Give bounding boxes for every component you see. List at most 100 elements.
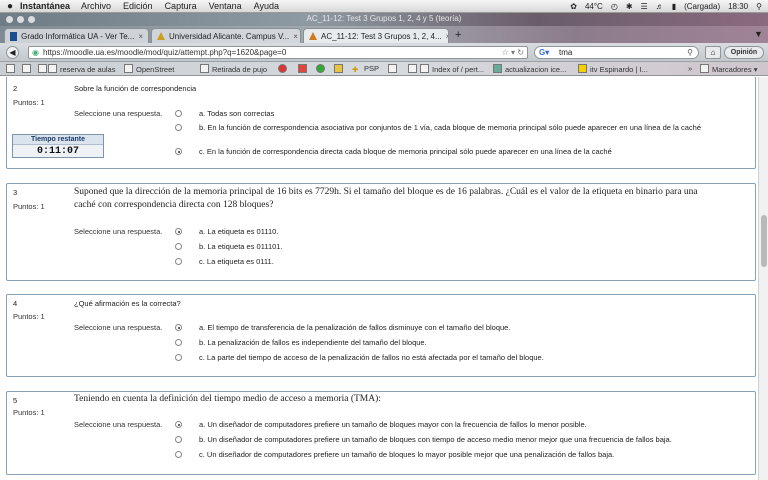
answer-option[interactable]: a. El tiempo de transferencia de la pena… bbox=[175, 323, 715, 333]
tab-campus-virtual[interactable]: Universidad Alicante. Campus V... × bbox=[151, 28, 301, 43]
back-button[interactable]: ◀ bbox=[6, 46, 19, 59]
tab-strip: Grado Informática UA - Ver Te... × Unive… bbox=[0, 26, 768, 43]
google-search-engine-icon[interactable]: G▾ bbox=[539, 47, 549, 58]
address-bar[interactable]: ◉ https://moodle.ua.es/moodle/mod/quiz/a… bbox=[28, 46, 528, 59]
tab-list-icon[interactable]: ▼ bbox=[754, 29, 763, 39]
new-tab-button[interactable]: + bbox=[455, 29, 461, 41]
select-prompt: Seleccione una respuesta. bbox=[74, 227, 163, 236]
radio-button-selected[interactable] bbox=[175, 148, 182, 155]
battery-icon[interactable]: ▮ bbox=[672, 2, 676, 11]
bookmark-shortcut-icon[interactable] bbox=[278, 64, 290, 74]
radio-button[interactable] bbox=[175, 451, 182, 458]
wifi-icon[interactable]: ☰ bbox=[641, 2, 648, 11]
tab-grado-informatica[interactable]: Grado Informática UA - Ver Te... × bbox=[4, 28, 149, 43]
answer-option[interactable]: a. Un diseñador de computadores prefiere… bbox=[175, 420, 715, 430]
bookmark-shortcut-icon[interactable] bbox=[408, 64, 420, 74]
radio-button-selected[interactable] bbox=[175, 421, 182, 428]
app-status-icon[interactable]: ✿ bbox=[570, 2, 577, 11]
menu-archivo[interactable]: Archivo bbox=[81, 1, 111, 11]
answer-text[interactable]: c. En la función de correspondencia dire… bbox=[199, 147, 612, 157]
answer-text[interactable]: a. Un diseñador de computadores prefiere… bbox=[199, 420, 587, 430]
answer-text[interactable]: a. La etiqueta es 01110. bbox=[199, 227, 278, 237]
search-input[interactable]: G▾ tma ⚲ bbox=[534, 46, 699, 59]
battery-status[interactable]: (Cargada) bbox=[684, 2, 720, 11]
bookmarks-sidebar-icon[interactable] bbox=[6, 64, 18, 74]
bookmark-psp[interactable]: ✚ PSP bbox=[352, 64, 379, 74]
bookmark-star-icon[interactable]: ☆ bbox=[502, 48, 509, 57]
vertical-scrollbar[interactable] bbox=[758, 77, 768, 480]
site-identity-icon[interactable]: ◉ bbox=[32, 47, 39, 58]
menu-ventana[interactable]: Ventana bbox=[209, 1, 242, 11]
ua-favicon-icon bbox=[10, 31, 18, 41]
answer-text[interactable]: b. Un diseñador de computadores prefiere… bbox=[199, 435, 672, 445]
answer-option[interactable]: b. En la función de correspondencia asoc… bbox=[175, 123, 715, 133]
feedback-button[interactable]: Opinión bbox=[724, 46, 764, 59]
radio-button[interactable] bbox=[175, 258, 182, 265]
menubar-clock[interactable]: 18:30 bbox=[728, 2, 748, 11]
bookmark-shortcut-icon[interactable] bbox=[334, 64, 346, 74]
volume-icon[interactable]: ♬ bbox=[656, 2, 664, 11]
answer-text[interactable]: a. El tiempo de transferencia de la pena… bbox=[199, 323, 510, 333]
menu-edicion[interactable]: Edición bbox=[123, 1, 153, 11]
answer-text[interactable]: c. La parte del tiempo de acceso de la p… bbox=[199, 353, 544, 363]
question-number: 2 bbox=[13, 84, 18, 93]
answer-text[interactable]: a. Todas son correctas bbox=[199, 109, 274, 119]
bluetooth-icon[interactable]: ✱ bbox=[626, 2, 633, 11]
apple-menu-icon[interactable]: ● bbox=[0, 1, 20, 12]
radio-button-selected[interactable] bbox=[175, 228, 182, 235]
radio-button[interactable] bbox=[175, 436, 182, 443]
radio-button[interactable] bbox=[175, 110, 182, 117]
radio-button[interactable] bbox=[175, 124, 182, 131]
bookmark-index-pert[interactable]: Index of / pert... bbox=[420, 64, 484, 74]
temperature-readout[interactable]: 44°C bbox=[585, 2, 603, 11]
answer-text[interactable]: b. La etiqueta es 011101. bbox=[199, 242, 283, 252]
answer-option[interactable]: b. La penalización de fallos es independ… bbox=[175, 338, 715, 348]
radio-button-selected[interactable] bbox=[175, 324, 182, 331]
bookmark-retirada-pujo[interactable]: Retirada de pujo bbox=[200, 64, 267, 74]
answer-option[interactable]: c. En la función de correspondencia dire… bbox=[175, 147, 715, 157]
close-tab-icon[interactable]: × bbox=[134, 32, 143, 41]
answer-option[interactable]: a. Todas son correctas bbox=[175, 109, 715, 119]
answer-text[interactable]: c. La etiqueta es 0111. bbox=[199, 257, 274, 267]
menu-captura[interactable]: Captura bbox=[165, 1, 197, 11]
bookmark-reserva-aulas[interactable]: reserva de aulas bbox=[48, 64, 115, 74]
tab-label: Universidad Alicante. Campus V... bbox=[169, 31, 290, 41]
question-text: Suponed que la dirección de la memoria p… bbox=[74, 187, 698, 210]
menu-app-name[interactable]: Instantánea bbox=[20, 1, 70, 11]
answer-option[interactable]: a. La etiqueta es 01110. bbox=[175, 227, 715, 237]
radio-button[interactable] bbox=[175, 339, 182, 346]
answer-option[interactable]: b. La etiqueta es 011101. bbox=[175, 242, 715, 252]
answer-text[interactable]: c. Un diseñador de computadores prefiere… bbox=[199, 450, 614, 460]
bookmarks-menu-label: Marcadores bbox=[712, 65, 752, 74]
close-tab-icon[interactable]: × bbox=[289, 32, 298, 41]
reload-icon[interactable]: ↻ bbox=[517, 48, 524, 57]
home-icon[interactable]: ⌂ bbox=[705, 46, 721, 59]
answer-option[interactable]: b. Un diseñador de computadores prefiere… bbox=[175, 435, 715, 445]
time-machine-icon[interactable]: ◴ bbox=[611, 2, 618, 11]
radio-button[interactable] bbox=[175, 354, 182, 361]
answer-text[interactable]: b. En la función de correspondencia asoc… bbox=[199, 123, 715, 133]
bookmark-openstreet[interactable]: OpenStreet bbox=[124, 64, 174, 74]
bookmark-shortcut-icon[interactable] bbox=[316, 64, 328, 74]
bookmarks-menu[interactable]: Marcadores ▾ bbox=[700, 64, 757, 74]
bookmark-itv-espinardo[interactable]: itv Espinardo | I... bbox=[578, 64, 648, 74]
bookmark-actualizacion[interactable]: actualizacion ice... bbox=[493, 64, 566, 74]
answer-option[interactable]: c. La parte del tiempo de acceso de la p… bbox=[175, 353, 715, 363]
close-tab-icon[interactable]: × bbox=[442, 32, 448, 41]
bookmarks-overflow-button[interactable]: » bbox=[688, 64, 692, 74]
question-points: Puntos: 1 bbox=[13, 202, 45, 211]
bookmark-shortcut-icon[interactable] bbox=[298, 64, 310, 74]
tab-active-quiz[interactable]: AC_11-12: Test 3 Grupos 1, 2, 4... × bbox=[303, 28, 449, 43]
search-icon[interactable]: ⚲ bbox=[687, 47, 693, 58]
answer-text[interactable]: b. La penalización de fallos es independ… bbox=[199, 338, 427, 348]
bookmark-shortcut-icon[interactable] bbox=[388, 64, 400, 74]
bookmark-shortcut-icon[interactable] bbox=[22, 64, 34, 74]
question-number: 3 bbox=[13, 188, 18, 197]
radio-button[interactable] bbox=[175, 243, 182, 250]
scrollbar-thumb[interactable] bbox=[761, 215, 767, 267]
history-dropdown-icon[interactable]: ▾ bbox=[511, 48, 515, 57]
answer-option[interactable]: c. Un diseñador de computadores prefiere… bbox=[175, 450, 715, 460]
menu-ayuda[interactable]: Ayuda bbox=[254, 1, 279, 11]
answer-option[interactable]: c. La etiqueta es 0111. bbox=[175, 257, 715, 267]
spotlight-icon[interactable]: ⚲ bbox=[756, 2, 762, 11]
